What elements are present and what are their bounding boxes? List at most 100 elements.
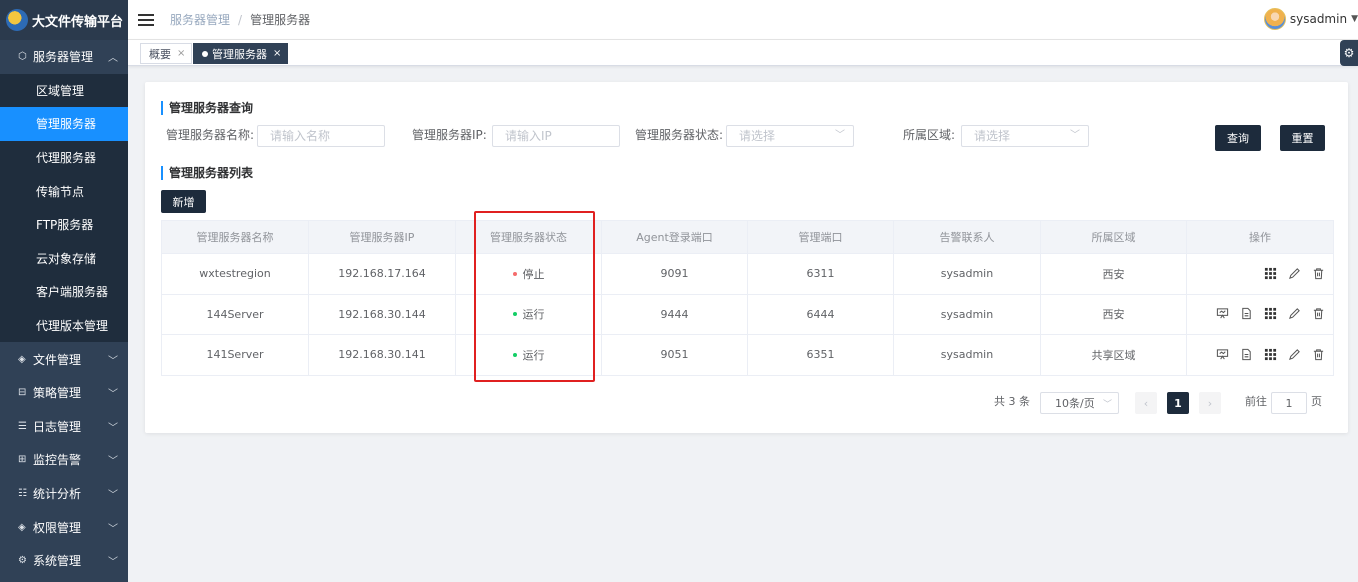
status-label: 管理服务器状态:	[635, 128, 724, 142]
settings-icon: ⚙	[18, 555, 27, 567]
page-unit-label: 页	[1311, 395, 1322, 408]
user-menu[interactable]: sysadmin ▼	[1263, 8, 1358, 30]
caret-down-icon[interactable]: ▼	[1351, 14, 1358, 24]
search-button[interactable]: 查询	[1215, 125, 1261, 151]
cell-contact: sysadmin	[893, 293, 1041, 335]
menu-group-permission[interactable]: ◈ 权限管理 ﹀	[0, 510, 128, 544]
column-header: 操作	[1186, 220, 1334, 254]
region-select[interactable]: 请选择 ﹀	[961, 125, 1089, 147]
grid-icon[interactable]	[1263, 267, 1277, 281]
layers-icon: ◈	[18, 353, 26, 365]
gear-icon[interactable]: ⚙	[1340, 40, 1358, 66]
table-row: wxtestregion 192.168.17.164 停止 9091 6311 sysa…	[161, 253, 1334, 295]
page-size-select[interactable]: 10条/页 ﹀	[1040, 392, 1119, 414]
cell-ip: 192.168.30.144	[308, 293, 456, 335]
query-section-title: 管理服务器查询	[161, 101, 253, 115]
tag-overview[interactable]: 概要 ×	[140, 43, 193, 64]
menu-group-label: 日志管理	[33, 419, 82, 434]
delete-icon[interactable]	[1311, 267, 1325, 281]
username[interactable]: sysadmin	[1290, 12, 1347, 26]
document-icon[interactable]	[1239, 348, 1253, 362]
menu-group-monitor-alert[interactable]: ⊞ 监控告警 ﹀	[0, 443, 128, 477]
column-header: 管理服务器名称	[161, 220, 309, 254]
sidebar-item-region[interactable]: 区域管理	[0, 74, 128, 108]
menu-group-system[interactable]: ⚙ 系统管理 ﹀	[0, 544, 128, 578]
sidebar-item-client-server[interactable]: 客户端服务器	[0, 275, 128, 309]
app-title: 大文件传输平台	[32, 14, 124, 30]
region-select-placeholder: 请选择	[974, 129, 1011, 143]
chevron-down-icon: ﹀	[1102, 399, 1112, 410]
grid-icon[interactable]	[1263, 307, 1277, 321]
menu-group-label: 文件管理	[33, 352, 82, 367]
chevron-down-icon: ﹀	[108, 523, 118, 535]
cell-name: 141Server	[161, 334, 309, 376]
tag-mgmt-server[interactable]: 管理服务器 ×	[193, 43, 289, 64]
column-header: 告警联系人	[893, 220, 1041, 254]
hamburger-icon[interactable]	[138, 13, 154, 26]
edit-icon[interactable]	[1287, 267, 1301, 281]
menu-group-log-management[interactable]: ☰ 日志管理 ﹀	[0, 410, 128, 444]
stats-icon: ☷	[18, 488, 27, 500]
name-input-placeholder: 请输入名称	[270, 129, 331, 143]
menu-group-label: 监控告警	[33, 453, 82, 468]
chevron-down-icon: ﹀	[108, 422, 118, 434]
cell-agent-port: 9091	[601, 253, 748, 295]
next-page-button[interactable]: ›	[1199, 392, 1221, 414]
status-select[interactable]: 请选择 ﹀	[726, 125, 854, 147]
monitor-icon[interactable]	[1215, 307, 1229, 321]
menu-group-file-management[interactable]: ◈ 文件管理 ﹀	[0, 342, 128, 376]
menu-group-policy-management[interactable]: ⊟ 策略管理 ﹀	[0, 376, 128, 410]
cell-name: 144Server	[161, 293, 309, 335]
delete-icon[interactable]	[1311, 348, 1325, 362]
cell-agent-port: 9051	[601, 334, 748, 376]
goto-page-input[interactable]: 1	[1271, 392, 1307, 414]
column-header: 管理服务器IP	[308, 220, 456, 254]
chevron-down-icon: ﹀	[1070, 130, 1080, 141]
breadcrumb-separator: /	[238, 12, 243, 27]
permission-icon: ◈	[18, 521, 26, 533]
page-number-current[interactable]: 1	[1167, 392, 1189, 414]
row-actions	[1187, 348, 1333, 362]
menu-group-label: 权限管理	[33, 520, 82, 535]
document-icon[interactable]	[1239, 307, 1253, 321]
name-input[interactable]: 请输入名称	[257, 125, 385, 147]
reset-button[interactable]: 重置	[1280, 125, 1325, 151]
close-icon[interactable]: ×	[177, 48, 185, 59]
edit-icon[interactable]	[1287, 348, 1301, 362]
page-size-value: 10条/页	[1055, 397, 1095, 410]
status-select-placeholder: 请选择	[739, 129, 776, 143]
sidebar-item-transfer-node[interactable]: 传输节点	[0, 174, 128, 208]
chevron-down-icon: ﹀	[108, 557, 118, 569]
menu-group-statistics[interactable]: ☷ 统计分析 ﹀	[0, 477, 128, 511]
prev-page-button[interactable]: ‹	[1135, 392, 1157, 414]
column-header: 管理端口	[747, 220, 894, 254]
goto-page-value: 1	[1285, 396, 1293, 410]
cell-actions	[1186, 293, 1334, 335]
add-button[interactable]: 新增	[161, 190, 206, 213]
sidebar-item-agent-version[interactable]: 代理版本管理	[0, 309, 128, 343]
sidebar-item-proxy-server[interactable]: 代理服务器	[0, 141, 128, 175]
edit-icon[interactable]	[1287, 307, 1301, 321]
menu-group-server-management[interactable]: ⬡ 服务器管理 ︿	[0, 40, 128, 74]
monitor-icon: ⊞	[18, 454, 27, 466]
cell-contact: sysadmin	[893, 253, 1041, 295]
ip-input[interactable]: 请输入IP	[492, 125, 620, 147]
breadcrumb-item[interactable]: 服务器管理	[170, 11, 230, 28]
sidebar-item-ftp-server[interactable]: FTP服务器	[0, 208, 128, 242]
grid-icon[interactable]	[1263, 348, 1277, 362]
cell-ip: 192.168.17.164	[308, 253, 456, 295]
avatar[interactable]	[1263, 8, 1286, 30]
log-icon: ☰	[18, 420, 27, 432]
delete-icon[interactable]	[1311, 307, 1325, 321]
sidebar-item-cloud-storage[interactable]: 云对象存储	[0, 242, 128, 276]
tag-label: 管理服务器	[212, 47, 267, 61]
row-actions	[1187, 307, 1333, 321]
menu-group-label: 统计分析	[33, 487, 82, 502]
annotation-highlight-box	[474, 211, 595, 382]
menu-group-label: 服务器管理	[33, 50, 94, 65]
monitor-icon[interactable]	[1215, 348, 1229, 362]
cell-contact: sysadmin	[893, 334, 1041, 376]
close-icon[interactable]: ×	[273, 48, 281, 59]
sidebar-item-mgmt-server[interactable]: 管理服务器	[0, 107, 128, 141]
region-label: 所属区域:	[903, 128, 956, 142]
